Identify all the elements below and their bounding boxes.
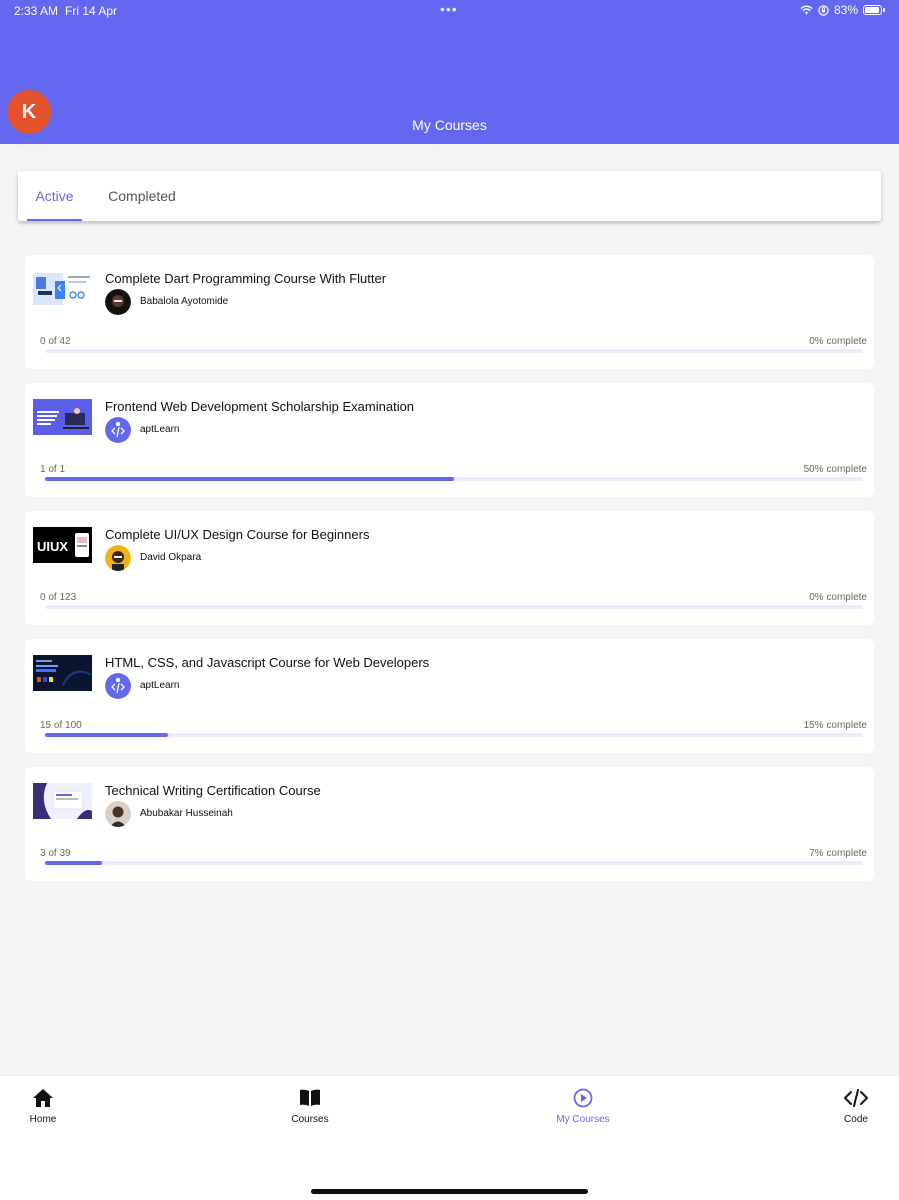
course-card[interactable]: Complete Dart Programming Course With Fl…	[25, 255, 874, 369]
instructor-name: Abubakar Husseinah	[140, 808, 233, 819]
multitasking-dots[interactable]: •••	[440, 1, 458, 17]
progress-count: 0 of 123	[40, 592, 77, 603]
course-thumbnail: UIUX	[33, 527, 92, 563]
tab-active[interactable]: Active	[27, 171, 82, 221]
aptlearn-logo	[105, 417, 131, 443]
course-thumbnail	[33, 655, 92, 691]
nav-code[interactable]: Code	[816, 1088, 896, 1125]
bottom-nav: Home Courses My Courses Code	[0, 1075, 899, 1200]
progress-percent: 15% complete	[803, 720, 867, 731]
home-indicator[interactable]	[311, 1189, 588, 1194]
status-bar: 2:33 AM Fri 14 Apr ••• 83%	[0, 0, 899, 22]
progress-bar	[45, 349, 863, 353]
battery-level	[865, 7, 879, 13]
progress-fill	[45, 733, 168, 737]
course-title: Frontend Web Development Scholarship Exa…	[105, 399, 415, 414]
instructor-avatar	[105, 417, 131, 443]
progress-fill	[45, 477, 454, 481]
progress-percent: 0% complete	[809, 592, 867, 603]
aptlearn-logo	[105, 673, 131, 699]
tab-completed[interactable]: Completed	[102, 171, 182, 221]
nav-my-courses[interactable]: My Courses	[543, 1088, 623, 1125]
play-circle-icon	[573, 1088, 593, 1108]
instructor-name: aptLearn	[140, 680, 180, 691]
progress-count: 3 of 39	[40, 848, 71, 859]
course-list: Complete Dart Programming Course With Fl…	[25, 255, 874, 895]
instructor-name: David Okpara	[140, 552, 202, 563]
nav-label: Courses	[291, 1114, 329, 1125]
wifi-icon	[800, 5, 813, 15]
instructor-avatar	[105, 801, 131, 827]
course-title: Complete Dart Programming Course With Fl…	[105, 271, 387, 286]
progress-percent: 7% complete	[809, 848, 867, 859]
course-title: Complete UI/UX Design Course for Beginne…	[105, 527, 370, 542]
orientation-lock-icon	[818, 4, 829, 16]
course-title: Technical Writing Certification Course	[105, 783, 321, 798]
header: 2:33 AM Fri 14 Apr ••• 83% K My Courses	[0, 0, 899, 144]
course-tabs: Active Completed	[18, 171, 881, 221]
course-thumbnail	[33, 783, 92, 819]
progress-percent: 50% complete	[803, 464, 867, 475]
app-screen: 2:33 AM Fri 14 Apr ••• 83% K My Courses …	[0, 0, 899, 1200]
progress-fill	[45, 861, 103, 865]
home-icon	[33, 1089, 53, 1107]
battery-icon	[863, 5, 882, 15]
course-card[interactable]: Frontend Web Development Scholarship Exa…	[25, 383, 874, 497]
course-card[interactable]: Technical Writing Certification Course A…	[25, 767, 874, 881]
progress-bar	[45, 733, 863, 737]
nav-courses[interactable]: Courses	[270, 1088, 350, 1125]
thumbnail-text: UIUX	[37, 539, 68, 554]
nav-home[interactable]: Home	[3, 1088, 83, 1125]
instructor-name: Babalola Ayotomide	[140, 296, 229, 307]
page-title: My Courses	[412, 117, 487, 133]
progress-count: 15 of 100	[40, 720, 82, 731]
progress-percent: 0% complete	[809, 336, 867, 347]
course-thumbnail	[33, 399, 92, 435]
battery-nub	[883, 8, 885, 12]
course-card[interactable]: UIUX Complete UI/UX Design Course for Be…	[25, 511, 874, 625]
nav-label: Home	[29, 1114, 57, 1125]
progress-bar	[45, 605, 863, 609]
instructor-avatar	[105, 289, 131, 315]
battery-percent: 83%	[833, 3, 858, 17]
nav-label: My Courses	[556, 1114, 610, 1125]
nav-label: Code	[844, 1114, 868, 1125]
progress-bar	[45, 477, 863, 481]
status-date: Fri 14 Apr	[65, 4, 118, 18]
status-time: 2:33 AM	[14, 4, 59, 18]
course-thumbnail	[33, 271, 92, 307]
instructor-avatar	[105, 673, 131, 699]
course-card[interactable]: HTML, CSS, and Javascript Course for Web…	[25, 639, 874, 753]
instructor-name: aptLearn	[140, 424, 180, 435]
instructor-avatar	[105, 545, 131, 571]
progress-count: 1 of 1	[40, 464, 66, 475]
course-title: HTML, CSS, and Javascript Course for Web…	[105, 655, 430, 670]
progress-count: 0 of 42	[40, 336, 71, 347]
progress-bar	[45, 861, 863, 865]
status-indicators: 83%	[800, 3, 885, 17]
book-icon	[300, 1089, 320, 1106]
code-icon	[844, 1089, 868, 1107]
